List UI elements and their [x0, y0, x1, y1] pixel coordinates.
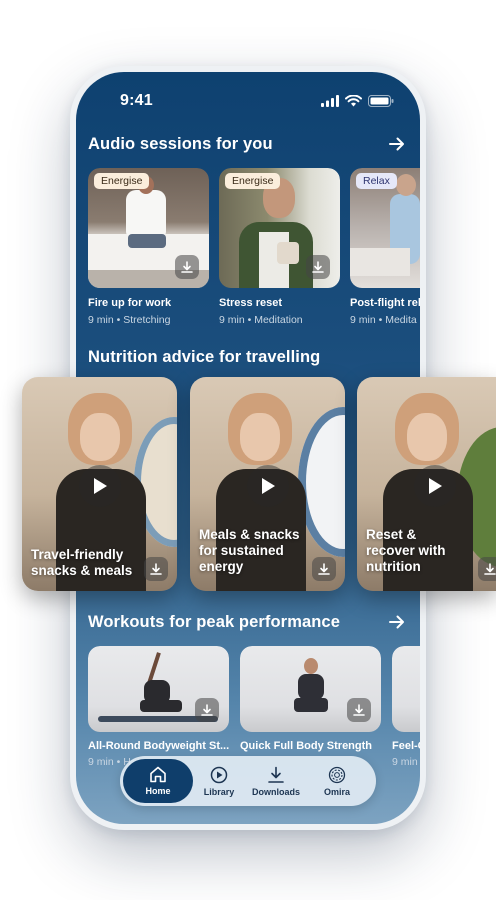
download-icon	[181, 261, 193, 273]
download-button[interactable]	[312, 557, 336, 581]
workout-card-duration: 9 min	[392, 756, 418, 768]
workout-card-title: Quick Full Body Strength	[240, 740, 373, 752]
audio-card-category: Stretching	[123, 314, 171, 326]
nav-item-home[interactable]: Home	[123, 759, 193, 803]
download-icon	[353, 704, 365, 716]
workout-card-title: All-Round Bodyweight St...	[88, 740, 229, 752]
audio-section-title: Audio sessions for you	[88, 135, 273, 153]
workouts-see-all-button[interactable]	[386, 611, 408, 633]
omira-logo-icon	[328, 766, 346, 783]
download-icon	[201, 704, 213, 716]
audio-see-all-button[interactable]	[386, 133, 408, 155]
nutrition-video-card[interactable]: Travel-friendly snacks & meals	[22, 377, 177, 591]
play-circle-icon	[210, 766, 228, 783]
audio-card-category: Medita	[385, 314, 417, 326]
download-icon	[312, 261, 324, 273]
audio-card[interactable]: Energise Fire up for work 9 min • Stretc…	[88, 168, 209, 338]
workout-card-meta: 9 min	[392, 756, 418, 768]
download-button[interactable]	[306, 255, 330, 279]
nutrition-card-title: Reset & recover with nutrition	[366, 527, 446, 574]
download-button[interactable]	[347, 698, 371, 722]
play-button[interactable]	[247, 465, 289, 507]
audio-card-title: Stress reset	[219, 297, 282, 309]
nav-item-omira[interactable]: Omira	[312, 756, 362, 806]
play-icon	[262, 478, 275, 494]
audio-card-category: Meditation	[254, 314, 303, 326]
audio-tag-chip: Relax	[356, 173, 397, 189]
download-icon	[484, 563, 496, 575]
signal-icon	[321, 95, 339, 107]
audio-card-duration: 9 min	[88, 314, 114, 326]
audio-card-duration: 9 min	[219, 314, 245, 326]
workout-card-title: Feel-G	[392, 740, 420, 752]
audio-carousel[interactable]: Energise Fire up for work 9 min • Stretc…	[88, 168, 420, 338]
audio-card[interactable]: Relax Post-flight rel 9 min • Medita	[350, 168, 420, 338]
audio-tag-chip: Energise	[94, 173, 150, 189]
battery-icon	[368, 95, 394, 107]
audio-card-title: Fire up for work	[88, 297, 172, 309]
nav-label: Downloads	[251, 786, 300, 797]
home-icon	[150, 766, 166, 783]
download-button[interactable]	[175, 255, 199, 279]
download-icon	[150, 563, 162, 575]
download-icon	[268, 766, 284, 783]
wifi-icon	[345, 95, 362, 107]
nutrition-card-title: Meals & snacks for sustained energy	[199, 527, 300, 574]
audio-card[interactable]: Energise Stress reset 9 min • Meditation	[219, 168, 340, 338]
bottom-nav: Home Library Downloads Omira	[120, 756, 376, 806]
nav-item-library[interactable]: Library	[196, 756, 242, 806]
workout-card-duration: 9 min	[88, 756, 114, 768]
audio-card-title: Post-flight rel	[350, 297, 420, 309]
play-button[interactable]	[79, 465, 121, 507]
workouts-section-title: Workouts for peak performance	[88, 613, 340, 631]
audio-card-meta: 9 min • Medita	[350, 314, 417, 326]
status-bar: 9:41	[76, 90, 420, 114]
arrow-right-icon	[389, 615, 404, 629]
nav-label: Omira	[323, 786, 350, 797]
download-button[interactable]	[144, 557, 168, 581]
nav-label: Library	[203, 786, 235, 797]
download-button[interactable]	[478, 557, 496, 581]
play-icon	[94, 478, 107, 494]
nutrition-video-card[interactable]: Reset & recover with nutrition	[357, 377, 496, 591]
workout-thumbnail	[392, 646, 420, 732]
play-icon	[429, 478, 442, 494]
download-icon	[318, 563, 330, 575]
nutrition-section-title: Nutrition advice for travelling	[88, 348, 321, 366]
audio-card-duration: 9 min	[350, 314, 376, 326]
audio-card-meta: 9 min • Stretching	[88, 314, 170, 326]
nav-label: Home	[145, 786, 171, 796]
workout-card[interactable]: Feel-G 9 min	[392, 646, 420, 776]
status-icons	[321, 95, 394, 107]
download-button[interactable]	[195, 698, 219, 722]
audio-card-meta: 9 min • Meditation	[219, 314, 303, 326]
arrow-right-icon	[389, 137, 404, 151]
audio-tag-chip: Energise	[225, 173, 281, 189]
nutrition-video-card[interactable]: Meals & snacks for sustained energy	[190, 377, 345, 591]
nav-item-downloads[interactable]: Downloads	[248, 756, 304, 806]
play-button[interactable]	[414, 465, 456, 507]
nutrition-card-title: Travel-friendly snacks & meals	[31, 547, 133, 578]
status-time: 9:41	[120, 92, 153, 109]
